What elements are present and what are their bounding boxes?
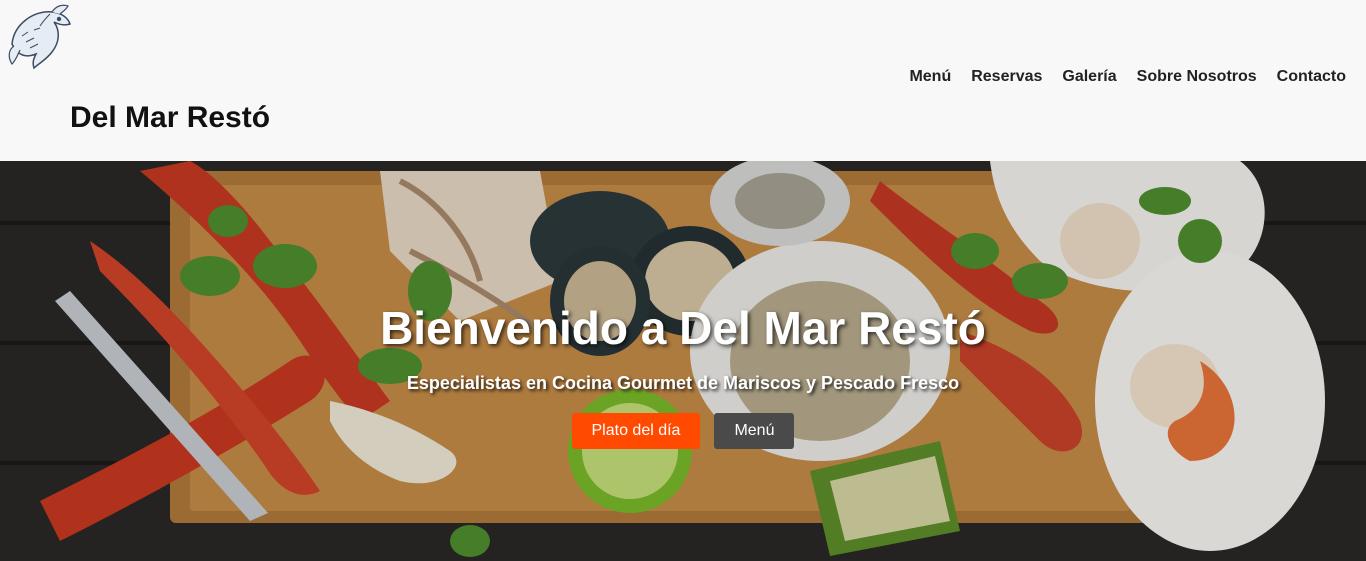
hero-subtitle: Especialistas en Cocina Gourmet de Maris…	[406, 373, 960, 393]
nav-link-reservas[interactable]: Reservas	[971, 68, 1042, 86]
fish-logo-icon[interactable]	[4, 2, 74, 72]
hero-content: Bienvenido a Del Mar Restó Especialistas…	[0, 301, 1366, 449]
nav-link-menu[interactable]: Menú	[909, 68, 951, 86]
main-nav: Menú Reservas Galería Sobre Nosotros Con…	[909, 68, 1346, 86]
nav-link-sobre-nosotros[interactable]: Sobre Nosotros	[1137, 68, 1257, 86]
plato-del-dia-button[interactable]: Plato del día	[571, 413, 701, 449]
nav-link-galeria[interactable]: Galería	[1062, 68, 1116, 86]
nav-link-contacto[interactable]: Contacto	[1277, 68, 1346, 86]
hero-buttons: Plato del día Menú	[0, 413, 1366, 449]
site-title[interactable]: Del Mar Restó	[70, 101, 270, 135]
hero-section: Bienvenido a Del Mar Restó Especialistas…	[0, 161, 1366, 561]
hero-title: Bienvenido a Del Mar Restó	[380, 302, 986, 354]
menu-button[interactable]: Menú	[714, 413, 795, 449]
site-header: Del Mar Restó Menú Reservas Galería Sobr…	[0, 0, 1366, 161]
